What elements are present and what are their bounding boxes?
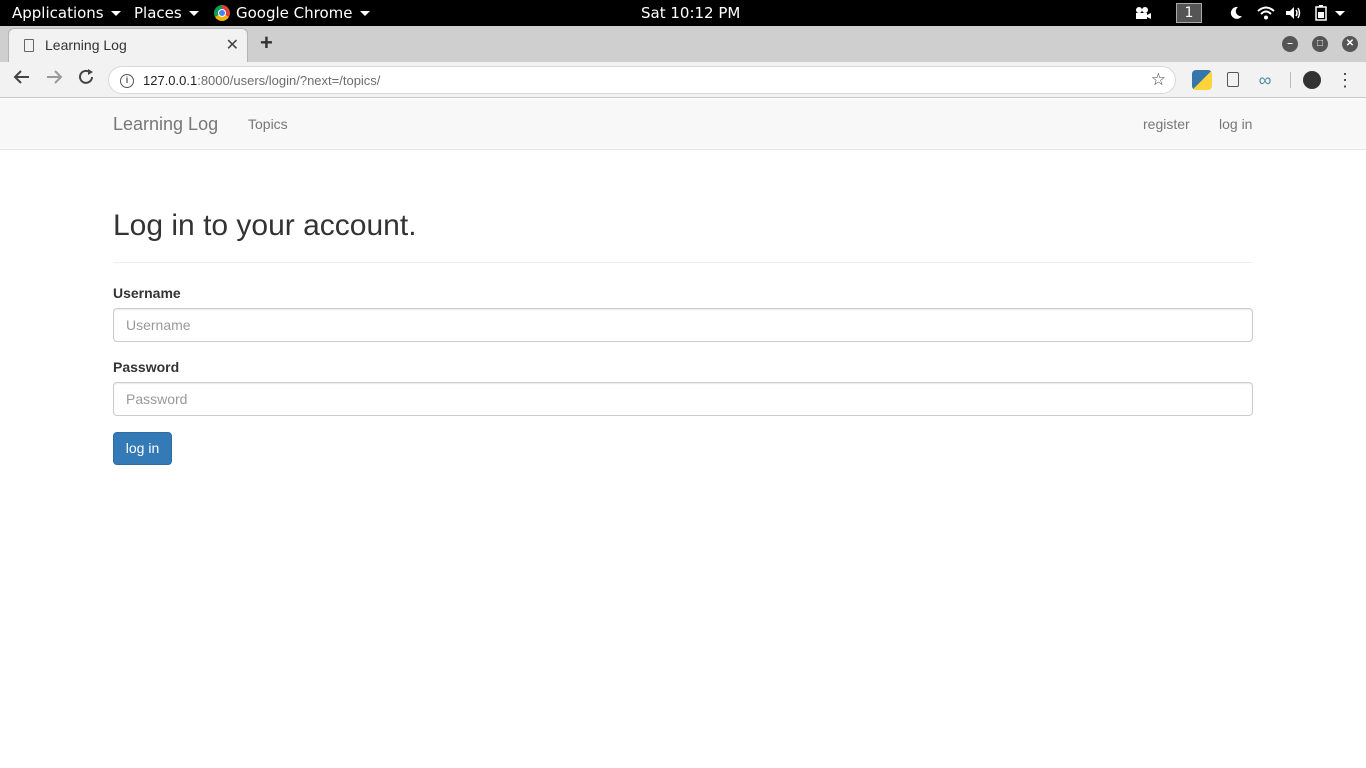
chrome-icon [214, 5, 230, 21]
nav-login-link[interactable]: log in [1219, 116, 1252, 132]
password-input[interactable] [113, 382, 1253, 416]
infinity-extension-icon[interactable]: ∞ [1255, 70, 1275, 90]
address-bar[interactable]: i 127.0.0.1:8000/users/login/?next=/topi… [108, 66, 1176, 94]
minimize-icon[interactable]: – [1282, 36, 1298, 52]
menu-kebab-icon[interactable]: ⋮ [1335, 70, 1355, 90]
active-app-label: Google Chrome [236, 4, 353, 22]
toolbar-divider [1290, 72, 1291, 88]
back-arrow-icon[interactable] [10, 68, 34, 92]
chevron-down-icon [188, 10, 199, 16]
browser-tab-strip: Learning Log ✕ + – □ ✕ [0, 26, 1366, 62]
reload-icon[interactable] [74, 68, 98, 92]
browser-toolbar: i 127.0.0.1:8000/users/login/?next=/topi… [0, 62, 1366, 98]
places-label: Places [134, 4, 182, 22]
maximize-icon[interactable]: □ [1312, 36, 1328, 52]
page-title: Log in to your account. [113, 209, 417, 242]
active-app-menu[interactable]: Google Chrome [214, 0, 370, 26]
login-submit-button[interactable]: log in [113, 432, 172, 465]
username-label: Username [113, 285, 181, 301]
bookmark-star-icon[interactable]: ☆ [1151, 70, 1166, 90]
applications-label: Applications [12, 4, 104, 22]
close-tab-icon[interactable]: ✕ [226, 35, 239, 55]
tab-title: Learning Log [45, 37, 127, 53]
forward-arrow-icon[interactable] [42, 68, 66, 92]
chevron-down-icon [1335, 10, 1345, 16]
night-light-icon[interactable] [1229, 0, 1243, 26]
browser-tab[interactable]: Learning Log ✕ [8, 28, 248, 62]
wifi-icon[interactable] [1257, 0, 1275, 26]
url-path: :8000/users/login/?next=/topics/ [197, 73, 381, 88]
brand-link[interactable]: Learning Log [113, 114, 218, 135]
places-menu[interactable]: Places [134, 0, 199, 26]
new-tab-button[interactable]: + [260, 30, 273, 56]
page-header: Log in to your account. [113, 208, 1253, 263]
nav-register-link[interactable]: register [1143, 116, 1190, 132]
url-text: 127.0.0.1:8000/users/login/?next=/topics… [143, 73, 380, 88]
nav-topics-link[interactable]: Topics [248, 116, 288, 132]
chevron-down-icon [110, 10, 121, 16]
url-host: 127.0.0.1 [143, 73, 198, 88]
battery-icon[interactable] [1314, 0, 1345, 26]
camera-icon[interactable] [1134, 0, 1152, 26]
site-navbar: Learning Log Topics register log in [0, 99, 1366, 150]
volume-icon[interactable] [1285, 0, 1303, 26]
clock-label: Sat 10:12 PM [641, 4, 741, 22]
chevron-down-icon [359, 10, 370, 16]
applications-menu[interactable]: Applications [12, 0, 121, 26]
python-extension-icon[interactable] [1192, 70, 1212, 90]
page-icon [24, 39, 34, 52]
system-top-bar: Applications Places Google Chrome Sat 10… [0, 0, 1366, 26]
password-label: Password [113, 359, 180, 375]
profile-avatar-icon[interactable] [1303, 71, 1321, 89]
info-icon[interactable]: i [120, 74, 134, 88]
workspace-number: 1 [1176, 3, 1202, 23]
close-window-icon[interactable]: ✕ [1342, 36, 1358, 52]
username-input[interactable] [113, 308, 1253, 342]
reader-extension-icon[interactable] [1227, 72, 1239, 87]
clock[interactable]: Sat 10:12 PM [641, 0, 740, 26]
workspace-indicator[interactable]: 1 [1176, 0, 1202, 26]
